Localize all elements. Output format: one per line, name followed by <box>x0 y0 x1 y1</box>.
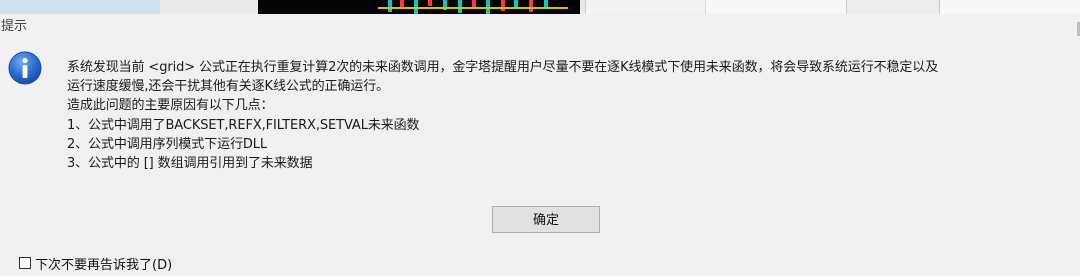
background-control <box>846 0 940 15</box>
dialog-title-bar[interactable]: 提示 <box>0 14 1080 34</box>
message-line: 系统发现当前 <grid> 公式正在执行重复计算2次的未来函数调用，金字塔提醒用… <box>67 60 939 75</box>
candle <box>529 0 533 12</box>
candle <box>501 0 505 11</box>
candle <box>514 0 518 7</box>
message-line: 1、公式中调用了BACKSET,REFX,FILTERX,SETVAL未来函数 <box>67 117 420 133</box>
candle <box>428 0 432 6</box>
dialog-title: 提示 <box>1 19 28 34</box>
message-line: 造成此问题的主要原因有以下几点： <box>67 98 274 114</box>
message-line: 2、公式中调用序列模式下运行DLL <box>67 136 268 152</box>
info-icon <box>8 51 42 85</box>
message-line: 3、公式中的 [] 数组调用引用到了未来数据 <box>67 156 313 172</box>
dialog-message: 系统发现当前 <grid> 公式正在执行重复计算2次的未来函数调用，金字塔提醒用… <box>67 58 1077 173</box>
message-line: 运行速度缓慢,还会干扰其他有关逐K线公式的正确运行。 <box>67 79 390 95</box>
candle <box>388 0 392 12</box>
dont-show-again-label[interactable]: 下次不要再告诉我了(D) <box>35 254 172 273</box>
dont-show-again-option[interactable]: 下次不要再告诉我了(D) <box>19 254 172 273</box>
moving-average-line <box>378 7 568 9</box>
ok-button[interactable]: 确定 <box>492 206 600 233</box>
dont-show-again-checkbox[interactable] <box>19 257 31 269</box>
